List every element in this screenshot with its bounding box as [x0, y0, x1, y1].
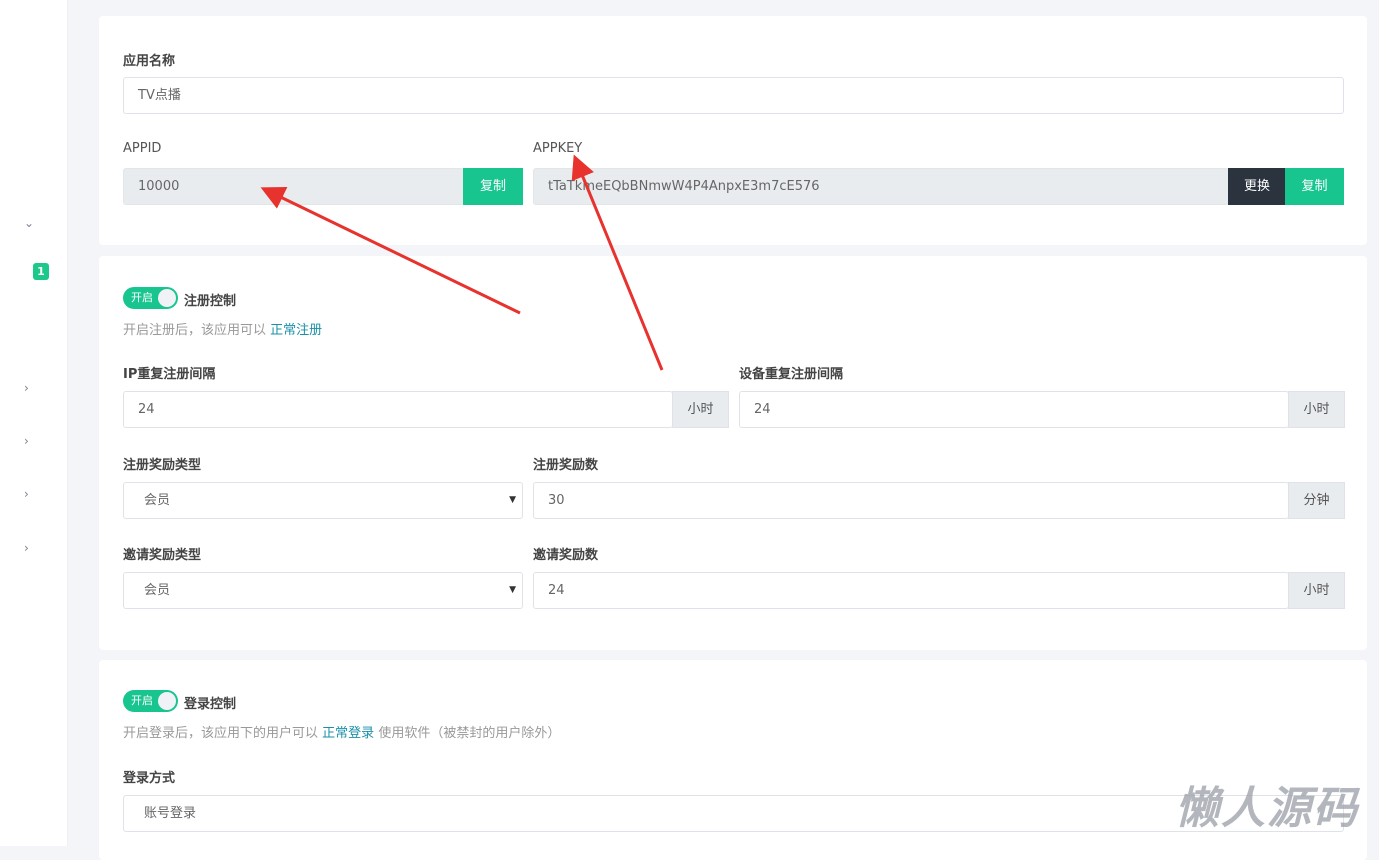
- watermark: 懒人源码: [1175, 783, 1359, 834]
- arrow-icon: [260, 187, 521, 315]
- annotation-arrows: [260, 154, 664, 371]
- arrow-icon: [571, 154, 664, 371]
